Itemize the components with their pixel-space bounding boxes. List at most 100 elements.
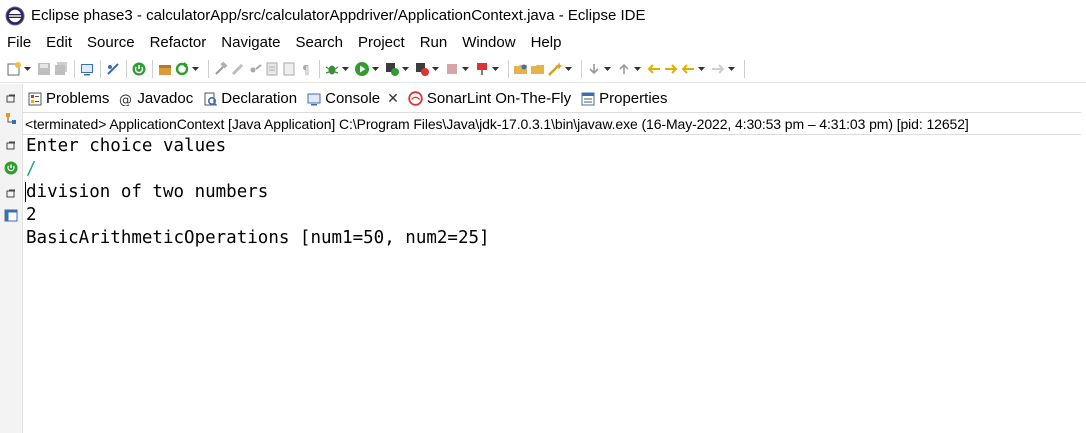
menu-navigate[interactable]: Navigate [214, 34, 288, 51]
svg-text:@: @ [119, 93, 132, 106]
coverage-icon[interactable] [384, 60, 400, 78]
text-caret [25, 182, 26, 202]
eclipse-icon [5, 6, 25, 26]
tab-problems[interactable]: Problems [23, 86, 114, 111]
toolbar-separator [152, 59, 153, 78]
tab-label: Problems [46, 90, 110, 107]
sonarlint-icon [408, 91, 423, 106]
toolbar-separator [126, 59, 127, 78]
skip-breakpoints-icon[interactable] [105, 60, 121, 78]
menu-source[interactable]: Source [80, 34, 143, 51]
open-type-icon[interactable] [513, 60, 529, 78]
toolbar-separator [74, 59, 75, 78]
console-output[interactable]: Enter choice values / division of two nu… [26, 135, 1081, 433]
toolbar-separator [100, 59, 101, 78]
back-dropdown-icon[interactable] [697, 60, 706, 78]
open-task-dropdown-icon[interactable] [491, 60, 500, 78]
tab-properties[interactable]: Properties [576, 86, 672, 111]
hierarchy-icon[interactable] [4, 111, 18, 125]
back-icon[interactable] [680, 60, 696, 78]
tab-javadoc[interactable]: @ Javadoc [114, 86, 198, 111]
console-input-line: / [26, 159, 37, 179]
hammer-icon[interactable] [213, 60, 229, 78]
debug-dropdown-icon[interactable] [341, 60, 350, 78]
last-edit-forward-icon[interactable] [663, 60, 679, 78]
refresh-dropdown-icon[interactable] [191, 60, 200, 78]
console-line: 2 [26, 205, 37, 225]
terminal-icon[interactable] [79, 60, 95, 78]
restore-icon[interactable] [4, 187, 18, 201]
new-dropdown-icon[interactable] [23, 60, 32, 78]
menu-window[interactable]: Window [455, 34, 523, 51]
close-icon[interactable]: ✕ [387, 90, 399, 107]
debug-icon[interactable] [324, 60, 340, 78]
outline-view-icon[interactable] [4, 208, 18, 222]
last-edit-icon[interactable] [646, 60, 662, 78]
process-status-text: <terminated> ApplicationContext [Java Ap… [25, 115, 969, 132]
refresh-icon[interactable] [174, 60, 190, 78]
package-icon[interactable] [157, 60, 173, 78]
tab-label: SonarLint On-The-Fly [426, 90, 572, 107]
stop-dropdown-icon[interactable] [461, 60, 470, 78]
minimized-views-strip [0, 84, 23, 433]
sonarlint-toolbar-icon[interactable] [131, 60, 147, 78]
external-tools-icon[interactable] [414, 60, 430, 78]
menu-bar: File Edit Source Refactor Navigate Searc… [0, 31, 1086, 53]
tab-label: Javadoc [137, 90, 194, 107]
next-annotation-dropdown-icon[interactable] [603, 60, 612, 78]
next-annotation-icon[interactable] [586, 60, 602, 78]
console-line: division of two numbers [26, 182, 269, 202]
tab-sonarlint-on-the-fly[interactable]: SonarLint On-The-Fly [404, 86, 576, 111]
forward-dropdown-icon[interactable] [727, 60, 736, 78]
view-tab-bar: Problems @ Javadoc Declaration Console ✕… [23, 86, 1086, 111]
declaration-icon [202, 91, 217, 106]
console-line: BasicArithmeticOperations [num1=50, num2… [26, 228, 490, 248]
tab-label: Declaration [221, 90, 298, 107]
open-folder-icon[interactable] [530, 60, 546, 78]
toolbar-separator [744, 59, 745, 78]
tab-console[interactable]: Console ✕ [302, 86, 404, 111]
compare-icon[interactable] [264, 60, 280, 78]
problems-icon [27, 91, 42, 106]
menu-help[interactable]: Help [524, 34, 570, 51]
pen-icon[interactable] [230, 60, 246, 78]
prev-annotation-icon[interactable] [616, 60, 632, 78]
sonarlint-view-icon[interactable] [4, 161, 18, 175]
menu-project[interactable]: Project [351, 34, 413, 51]
new-icon[interactable] [6, 60, 22, 78]
menu-refactor[interactable]: Refactor [143, 34, 215, 51]
external-tools-dropdown-icon[interactable] [431, 60, 440, 78]
toolbar-separator [208, 59, 209, 78]
prev-annotation-dropdown-icon[interactable] [633, 60, 642, 78]
restore-icon[interactable] [4, 92, 18, 106]
svg-text:¶: ¶ [302, 63, 310, 77]
properties-icon [580, 91, 595, 106]
search-wand-icon[interactable] [547, 60, 563, 78]
search-dropdown-icon[interactable] [564, 60, 573, 78]
mark-icon[interactable] [247, 60, 263, 78]
window-title: Eclipse phase3 - calculatorApp/src/calcu… [31, 7, 646, 24]
document-icon[interactable] [281, 60, 297, 78]
javadoc-icon: @ [118, 91, 133, 106]
save-all-icon[interactable] [53, 60, 69, 78]
menu-edit[interactable]: Edit [39, 34, 80, 51]
forward-icon[interactable] [710, 60, 726, 78]
pilcrow-icon[interactable]: ¶ [298, 60, 314, 78]
stop-icon[interactable] [444, 60, 460, 78]
title-bar: Eclipse phase3 - calculatorApp/src/calcu… [0, 0, 1086, 31]
menu-file[interactable]: File [0, 34, 39, 51]
run-dropdown-icon[interactable] [371, 60, 380, 78]
open-task-icon[interactable] [474, 60, 490, 78]
save-icon[interactable] [36, 60, 52, 78]
toolbar-separator [508, 59, 509, 78]
run-icon[interactable] [354, 60, 370, 78]
restore-icon[interactable] [4, 139, 18, 153]
toolbar-separator [319, 59, 320, 78]
tab-declaration[interactable]: Declaration [198, 86, 302, 111]
console-icon [306, 91, 321, 106]
menu-search[interactable]: Search [288, 34, 351, 51]
coverage-dropdown-icon[interactable] [401, 60, 410, 78]
toolbar-separator [581, 59, 582, 78]
tab-label: Console [325, 90, 381, 107]
menu-run[interactable]: Run [413, 34, 456, 51]
